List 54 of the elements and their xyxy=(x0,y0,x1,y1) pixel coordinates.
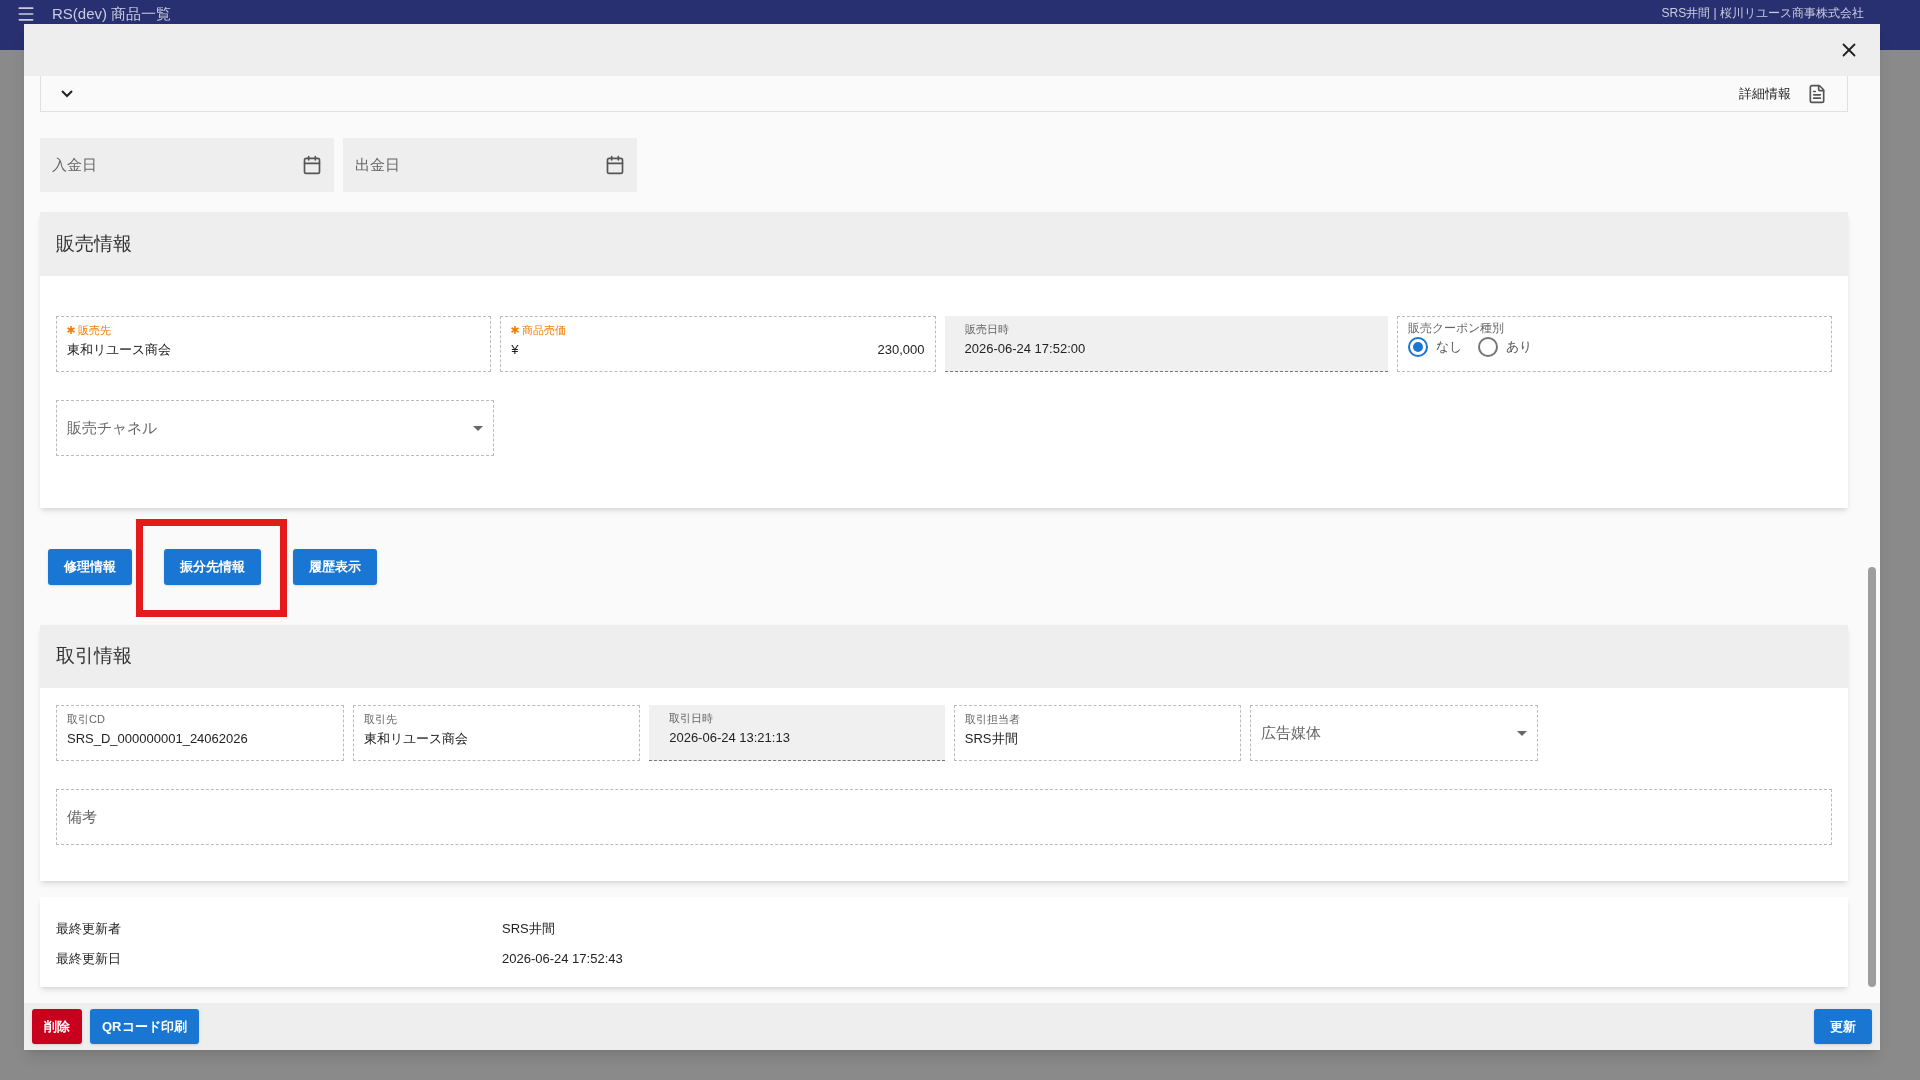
print-button[interactable]: QRコード印刷 xyxy=(90,1009,199,1044)
section-title: 販売情報 xyxy=(56,231,132,256)
field-value: SRS井間 xyxy=(964,730,1019,748)
currency-symbol: ¥ xyxy=(511,341,519,359)
text-field[interactable]: 販売日時 2026-06-24 17:52:00 xyxy=(944,316,1388,372)
field-value: 230,000 xyxy=(877,341,925,359)
text-field[interactable]: 商品売価 ¥ 230,000 xyxy=(500,316,936,372)
meta-label: 最終更新者 xyxy=(56,920,122,938)
select-field[interactable]: 販売チャネル xyxy=(56,400,494,456)
field-label: 販売クーポン種別 xyxy=(1407,321,1505,335)
calendar-icon xyxy=(605,155,625,175)
date-field[interactable]: 出金日 xyxy=(343,138,637,192)
scrollbar-thumb[interactable] xyxy=(1868,567,1876,987)
expand-icon[interactable] xyxy=(61,89,73,98)
notes-field[interactable]: 備考 xyxy=(56,789,1832,845)
field-value: SRS_D_000000001_24062026 xyxy=(67,730,249,748)
delete-button[interactable]: 削除 xyxy=(32,1009,82,1044)
field-label: 取引日時 xyxy=(669,711,714,725)
calendar-icon xyxy=(302,155,322,175)
text-field[interactable]: 取引担当者 SRS井間 xyxy=(953,705,1242,761)
text-field[interactable]: 販売先 東和リユース商会 xyxy=(56,316,492,372)
app-title: RS(dev) 商品一覧 xyxy=(52,5,172,23)
field-label: 商品売価 xyxy=(522,323,567,337)
user-name: SRS井間 | 桜川リユース商事株式会社 xyxy=(1661,5,1864,22)
date-field[interactable]: 入金日 xyxy=(40,138,334,192)
text-field[interactable]: 取引日時 2026-06-24 13:21:13 xyxy=(649,705,945,761)
update-button[interactable]: 更新 xyxy=(1814,1009,1872,1044)
field-label: 取引担当者 xyxy=(964,712,1020,726)
meta-label: 最終更新日 xyxy=(56,949,122,968)
dropdown-caret-icon xyxy=(1516,730,1527,736)
section-title: 取引情報 xyxy=(56,644,132,669)
text-field[interactable]: 取引先 東和リユース商会 xyxy=(352,705,641,761)
field-label: 取引CD xyxy=(67,712,105,726)
select-field[interactable]: 広告媒体 xyxy=(1250,705,1538,761)
document-icon xyxy=(1807,83,1827,104)
field-value: 東和リユース商会 xyxy=(363,730,469,748)
detail-bar[interactable]: 詳細情報 xyxy=(40,76,1848,112)
action-button[interactable]: 履歴表示 xyxy=(293,548,377,585)
radio-option[interactable]: なし xyxy=(1407,337,1462,357)
field-label: 販売日時 xyxy=(964,322,1009,336)
action-button[interactable]: 修理情報 xyxy=(48,548,132,585)
detail-label: 詳細情報 xyxy=(1739,84,1791,103)
radio-option[interactable]: あり xyxy=(1477,337,1532,357)
field-value: 東和リユース商会 xyxy=(67,341,172,359)
text-field[interactable]: 取引CD SRS_D_000000001_24062026 xyxy=(56,705,344,761)
menu-icon[interactable] xyxy=(16,4,36,24)
field-label: 取引先 xyxy=(363,712,397,726)
meta-value: SRS井間 xyxy=(502,920,555,938)
field-label: 販売先 xyxy=(78,323,111,337)
field-value: 2026-06-24 17:52:00 xyxy=(964,340,1087,358)
field-value: 2026-06-24 13:21:13 xyxy=(669,729,791,747)
action-button[interactable]: 振分先情報 xyxy=(164,548,261,585)
dropdown-caret-icon xyxy=(473,425,483,431)
meta-value: 2026-06-24 17:52:43 xyxy=(502,949,623,968)
